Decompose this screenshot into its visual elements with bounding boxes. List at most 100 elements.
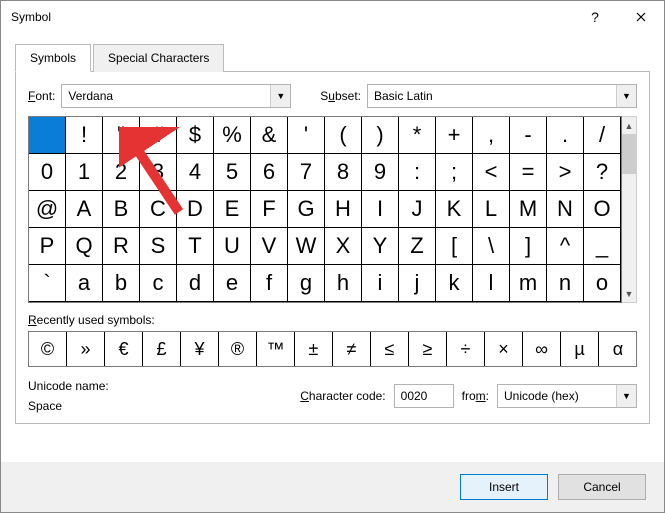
character-cell[interactable]: C [140, 191, 177, 228]
recent-symbol-cell[interactable]: » [67, 332, 105, 366]
character-cell[interactable]: T [177, 228, 214, 265]
recent-symbol-cell[interactable]: © [29, 332, 67, 366]
character-cell[interactable]: _ [584, 228, 621, 265]
character-cell[interactable]: [ [436, 228, 473, 265]
insert-button[interactable]: Insert [460, 474, 548, 500]
character-cell[interactable]: n [547, 265, 584, 302]
character-cell[interactable]: : [399, 154, 436, 191]
character-cell[interactable]: g [288, 265, 325, 302]
character-cell[interactable]: 2 [103, 154, 140, 191]
character-cell[interactable]: a [66, 265, 103, 302]
character-cell[interactable]: Y [362, 228, 399, 265]
scroll-thumb[interactable] [622, 134, 636, 174]
character-cell[interactable]: 6 [251, 154, 288, 191]
help-button[interactable]: ? [572, 1, 618, 33]
character-cell[interactable]: ' [288, 117, 325, 154]
cancel-button[interactable]: Cancel [558, 474, 646, 500]
character-cell[interactable]: j [399, 265, 436, 302]
recent-symbol-cell[interactable]: ≤ [371, 332, 409, 366]
tab-special-characters[interactable]: Special Characters [93, 44, 224, 72]
character-cell[interactable]: ] [510, 228, 547, 265]
character-cell[interactable]: @ [29, 191, 66, 228]
character-cell[interactable]: ? [584, 154, 621, 191]
character-cell[interactable]: b [103, 265, 140, 302]
character-cell[interactable]: P [29, 228, 66, 265]
character-cell[interactable]: # [140, 117, 177, 154]
character-cell[interactable]: Q [66, 228, 103, 265]
scroll-up-icon[interactable]: ▲ [622, 117, 636, 134]
character-cell[interactable]: + [436, 117, 473, 154]
character-cell[interactable]: N [547, 191, 584, 228]
character-cell[interactable]: d [177, 265, 214, 302]
recent-symbol-cell[interactable]: ¥ [181, 332, 219, 366]
character-cell[interactable]: = [510, 154, 547, 191]
character-cell[interactable]: E [214, 191, 251, 228]
scroll-down-icon[interactable]: ▼ [622, 285, 636, 302]
recent-symbol-cell[interactable]: £ [143, 332, 181, 366]
character-cell[interactable]: e [214, 265, 251, 302]
character-cell[interactable]: R [103, 228, 140, 265]
character-cell[interactable]: f [251, 265, 288, 302]
character-cell[interactable]: X [325, 228, 362, 265]
recent-symbol-cell[interactable]: ™ [257, 332, 295, 366]
character-cell[interactable]: 9 [362, 154, 399, 191]
recent-symbol-cell[interactable]: ≥ [409, 332, 447, 366]
character-cell[interactable]: 1 [66, 154, 103, 191]
subset-combo[interactable]: Basic Latin ▼ [367, 84, 637, 108]
character-cell[interactable]: ( [325, 117, 362, 154]
scroll-track[interactable] [622, 174, 636, 285]
character-cell[interactable]: A [66, 191, 103, 228]
character-cell[interactable]: G [288, 191, 325, 228]
character-cell[interactable]: 4 [177, 154, 214, 191]
recent-symbol-cell[interactable]: ® [219, 332, 257, 366]
character-cell[interactable]: L [473, 191, 510, 228]
character-cell[interactable]: ^ [547, 228, 584, 265]
character-cell[interactable]: 3 [140, 154, 177, 191]
character-cell[interactable]: ) [362, 117, 399, 154]
character-cell[interactable]: ! [66, 117, 103, 154]
tab-symbols[interactable]: Symbols [15, 44, 91, 72]
character-cell[interactable]: F [251, 191, 288, 228]
character-cell[interactable]: % [214, 117, 251, 154]
character-cell[interactable]: ; [436, 154, 473, 191]
character-cell[interactable]: & [251, 117, 288, 154]
character-cell[interactable]: J [399, 191, 436, 228]
character-cell[interactable]: i [362, 265, 399, 302]
recent-symbol-cell[interactable]: ÷ [447, 332, 485, 366]
character-cell[interactable]: H [325, 191, 362, 228]
character-cell[interactable]: Z [399, 228, 436, 265]
character-cell[interactable]: K [436, 191, 473, 228]
character-cell[interactable]: U [214, 228, 251, 265]
grid-scrollbar[interactable]: ▲ ▼ [622, 116, 637, 303]
character-cell[interactable]: O [584, 191, 621, 228]
character-cell[interactable]: \ [473, 228, 510, 265]
character-cell[interactable]: 5 [214, 154, 251, 191]
character-cell[interactable]: I [362, 191, 399, 228]
character-cell[interactable]: < [473, 154, 510, 191]
character-cell[interactable]: m [510, 265, 547, 302]
from-combo[interactable]: Unicode (hex) ▼ [497, 384, 637, 408]
character-cell[interactable]: . [547, 117, 584, 154]
character-cell[interactable]: B [103, 191, 140, 228]
character-cell[interactable]: 0 [29, 154, 66, 191]
character-cell[interactable]: > [547, 154, 584, 191]
character-cell[interactable]: $ [177, 117, 214, 154]
recent-symbol-cell[interactable]: ∞ [523, 332, 561, 366]
recent-symbol-cell[interactable]: € [105, 332, 143, 366]
character-cell[interactable]: o [584, 265, 621, 302]
close-button[interactable] [618, 1, 664, 33]
character-cell[interactable]: k [436, 265, 473, 302]
recent-symbol-cell[interactable]: α [599, 332, 637, 366]
character-cell[interactable]: M [510, 191, 547, 228]
recent-symbols-grid[interactable]: ©»€£¥®™±≠≤≥÷×∞µα [28, 331, 637, 367]
character-cell[interactable]: W [288, 228, 325, 265]
character-cell[interactable] [29, 117, 66, 154]
character-cell[interactable]: - [510, 117, 547, 154]
character-cell[interactable]: / [584, 117, 621, 154]
character-cell[interactable]: 8 [325, 154, 362, 191]
font-combo[interactable]: Verdana ▼ [61, 84, 291, 108]
character-code-input[interactable] [394, 384, 454, 408]
character-cell[interactable]: S [140, 228, 177, 265]
character-grid[interactable]: !"#$%&'()*+,-./0123456789:;<=>?@ABCDEFGH… [28, 116, 622, 303]
character-cell[interactable]: " [103, 117, 140, 154]
